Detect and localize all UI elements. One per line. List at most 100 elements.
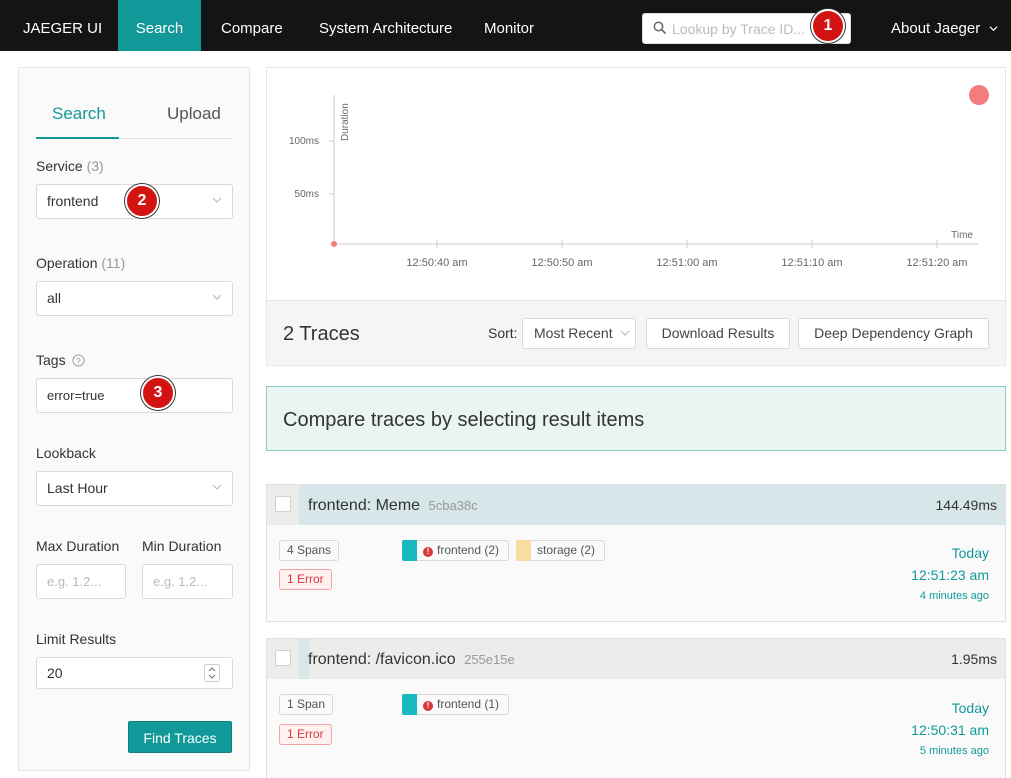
separator xyxy=(978,548,979,558)
sort-label: Sort: xyxy=(488,325,518,341)
error-count-tag: 1 Error xyxy=(279,569,332,590)
about-menu[interactable]: About Jaeger xyxy=(891,0,998,51)
trace-point-favicon xyxy=(331,241,337,247)
tags-input[interactable]: error=true xyxy=(36,378,233,413)
chevron-down-icon xyxy=(212,197,222,203)
service-value: frontend xyxy=(47,193,99,209)
nav-search[interactable]: Search xyxy=(118,0,201,51)
trace-scatter-chart: Duration Time 50ms 100ms 12:50:40 am 12:50:50… xyxy=(266,67,1006,301)
trace-title[interactable]: frontend: Meme 5cba38c xyxy=(308,497,478,515)
lookback-label: Lookback xyxy=(36,445,96,461)
trace-name: frontend: Meme xyxy=(308,497,421,514)
about-label: About Jaeger xyxy=(891,20,981,37)
operation-value: all xyxy=(47,290,62,306)
tags-label: Tags ? xyxy=(36,352,86,368)
trace-age: 5 minutes ago xyxy=(919,745,989,757)
service-count: (3) xyxy=(86,158,104,174)
service-tag-label: frontend (2) xyxy=(437,543,500,557)
lookback-select[interactable]: Last Hour xyxy=(36,471,233,506)
trace-title[interactable]: frontend: /favicon.ico 255e15e xyxy=(308,651,515,669)
service-tag-frontend: ! frontend (1) xyxy=(402,694,509,715)
tags-value: error=true xyxy=(47,388,105,403)
x-tick-label: 12:51:10 am xyxy=(781,257,842,269)
trace-card[interactable]: frontend: /favicon.ico 255e15e 1.95ms 1 … xyxy=(266,638,1006,778)
trace-card-header[interactable]: frontend: /favicon.ico 255e15e 1.95ms xyxy=(267,639,1005,679)
limit-results-value: 20 xyxy=(47,665,63,681)
min-duration-input[interactable]: e.g. 1.2... xyxy=(142,564,233,599)
results-summary-bar: 2 Traces Sort: Most Recent Download Resu… xyxy=(266,300,1006,366)
trace-name: frontend: /favicon.ico xyxy=(308,651,456,668)
svg-text:?: ? xyxy=(77,356,82,366)
service-color-swatch xyxy=(402,540,417,561)
x-axis-label: Time xyxy=(951,230,973,241)
nav-system-architecture[interactable]: System Architecture xyxy=(319,0,452,51)
trace-id: 5cba38c xyxy=(428,498,478,513)
span-count-tag: 1 Span xyxy=(279,694,334,715)
operation-select[interactable]: all xyxy=(36,281,233,316)
max-duration-label: Max Duration xyxy=(36,538,120,554)
question-circle-icon[interactable]: ? xyxy=(72,354,86,367)
y-tick-label: 50ms xyxy=(295,189,319,200)
deep-dependency-graph-button[interactable]: Deep Dependency Graph xyxy=(798,318,989,349)
compare-hint-banner: Compare traces by selecting result items xyxy=(266,386,1006,451)
service-label-text: Service xyxy=(36,158,83,174)
chevron-down-icon xyxy=(989,26,998,32)
tags-label-text: Tags xyxy=(36,352,66,368)
annotation-badge-1: 1 xyxy=(811,9,845,43)
operation-count: (11) xyxy=(101,255,126,271)
limit-results-label: Limit Results xyxy=(36,631,117,647)
chevron-down-icon xyxy=(620,330,630,336)
tab-search[interactable]: Search xyxy=(52,104,106,124)
operation-label: Operation (11) xyxy=(36,255,125,271)
trace-id-input[interactable] xyxy=(672,19,822,39)
trace-count: 2 Traces xyxy=(283,323,360,345)
nav-compare[interactable]: Compare xyxy=(221,0,283,51)
trace-select-checkbox[interactable] xyxy=(275,650,291,666)
trace-time: 12:50:31 am xyxy=(911,722,989,738)
trace-age: 4 minutes ago xyxy=(919,590,989,602)
brand-logo[interactable]: JAEGER UI xyxy=(23,0,102,51)
service-color-swatch xyxy=(516,540,531,561)
separator xyxy=(978,702,979,712)
sort-value: Most Recent xyxy=(534,325,613,341)
trace-point-meme xyxy=(969,85,989,105)
operation-label-text: Operation xyxy=(36,255,98,271)
trace-id: 255e15e xyxy=(464,652,515,667)
trace-card-header[interactable]: frontend: Meme 5cba38c 144.49ms xyxy=(267,485,1005,525)
search-icon xyxy=(653,21,667,35)
y-tick-label: 100ms xyxy=(289,136,319,147)
max-duration-input[interactable]: e.g. 1.2... xyxy=(36,564,126,599)
service-tag-content: ! frontend (1) xyxy=(423,695,499,714)
trace-select-checkbox[interactable] xyxy=(275,496,291,512)
tab-upload[interactable]: Upload xyxy=(167,104,221,124)
tab-active-indicator xyxy=(36,137,119,139)
x-tick-label: 12:51:20 am xyxy=(906,257,967,269)
compare-hint-text: Compare traces by selecting result items xyxy=(283,409,645,431)
chart-canvas: Duration Time 50ms 100ms 12:50:40 am 12:50:50… xyxy=(289,85,989,269)
sort-select[interactable]: Most Recent xyxy=(522,318,636,349)
find-traces-button[interactable]: Find Traces xyxy=(128,721,232,753)
trace-duration: 144.49ms xyxy=(935,497,997,513)
annotation-badge-3: 3 xyxy=(141,376,175,410)
service-tag-frontend: ! frontend (2) xyxy=(402,540,509,561)
download-results-button[interactable]: Download Results xyxy=(646,318,790,349)
error-icon: ! xyxy=(423,547,433,557)
trace-card[interactable]: frontend: Meme 5cba38c 144.49ms 4 Spans … xyxy=(266,484,1006,622)
x-tick-label: 12:50:40 am xyxy=(406,257,467,269)
stepper-icon[interactable] xyxy=(204,664,220,682)
trace-duration: 1.95ms xyxy=(951,651,997,667)
service-tag-storage: storage (2) xyxy=(516,540,605,561)
top-nav: JAEGER UI Search Compare System Architec… xyxy=(0,0,1011,51)
service-color-swatch xyxy=(402,694,417,715)
trace-time: 12:51:23 am xyxy=(911,567,989,583)
span-count-tag: 4 Spans xyxy=(279,540,340,561)
min-duration-label: Min Duration xyxy=(142,538,222,554)
service-tag-label: storage (2) xyxy=(537,543,596,557)
x-tick-label: 12:51:00 am xyxy=(656,257,717,269)
limit-results-input[interactable]: 20 xyxy=(36,657,233,689)
annotation-badge-2: 2 xyxy=(125,184,159,218)
nav-monitor[interactable]: Monitor xyxy=(484,0,534,51)
error-count-tag: 1 Error xyxy=(279,724,332,745)
service-label: Service (3) xyxy=(36,158,104,174)
x-tick-label: 12:50:50 am xyxy=(531,257,592,269)
